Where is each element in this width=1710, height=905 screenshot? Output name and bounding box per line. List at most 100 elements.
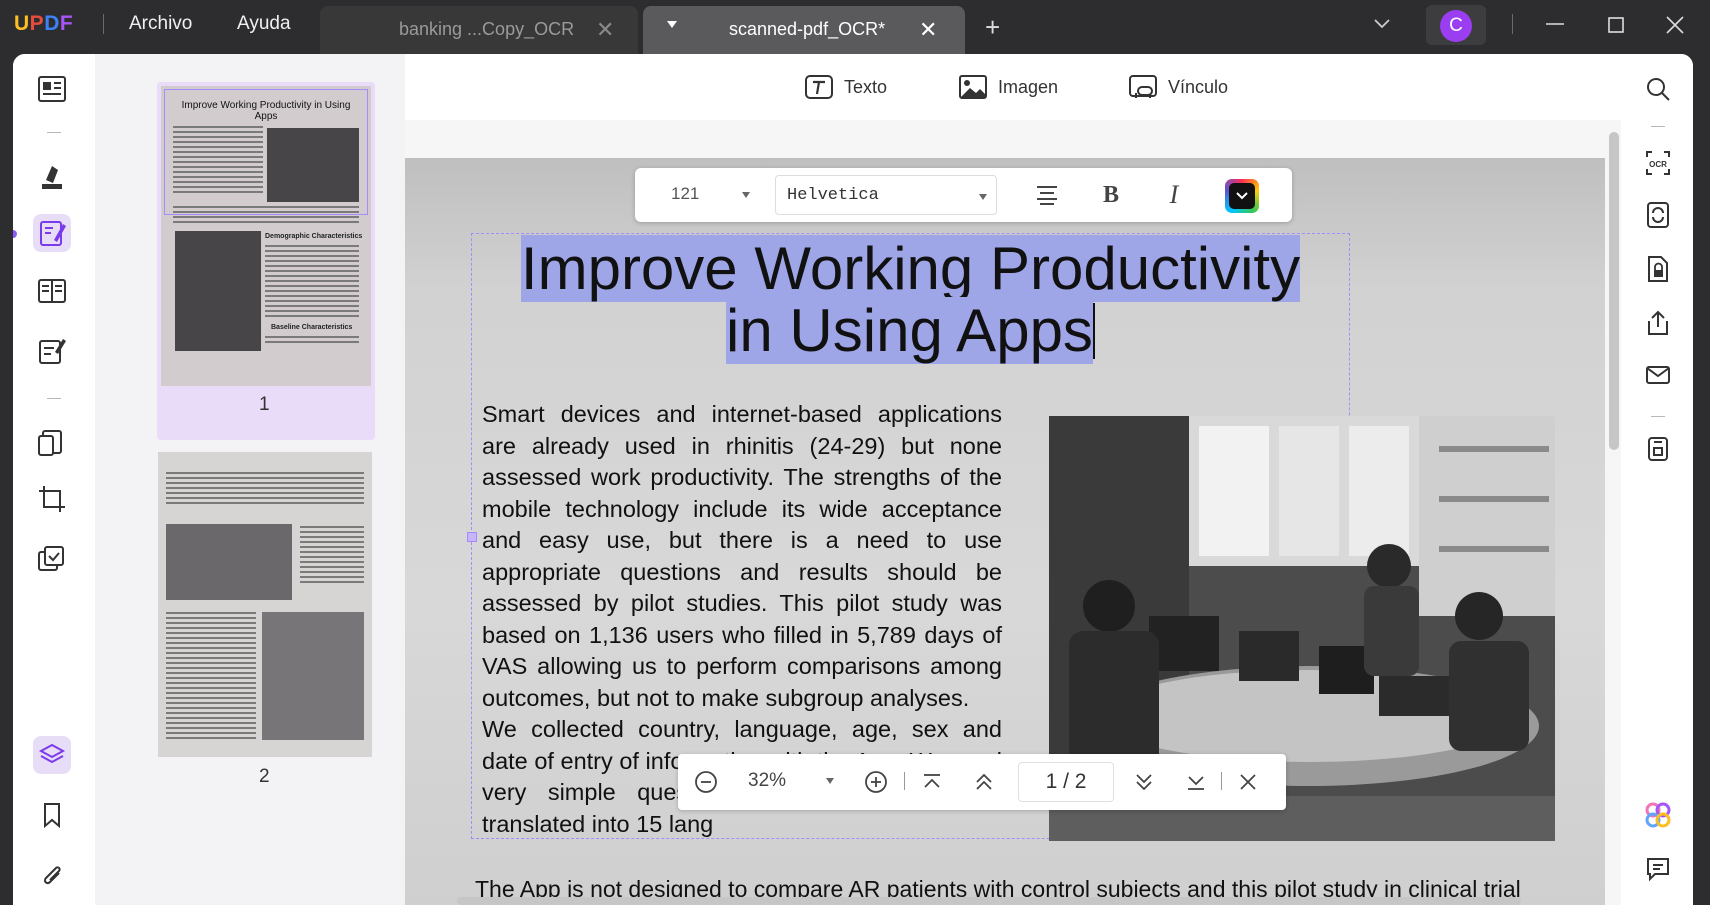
first-page-icon xyxy=(924,774,940,788)
convert-button[interactable] xyxy=(33,424,71,462)
thumbnail-photo xyxy=(175,231,261,351)
organize-pages-button[interactable] xyxy=(33,272,71,310)
page-indicator[interactable]: 1 / 2 xyxy=(1018,762,1114,802)
account-button[interactable]: C xyxy=(1426,5,1486,45)
ocr-icon: OCR xyxy=(1646,151,1670,175)
protect-button[interactable] xyxy=(1643,254,1673,284)
first-page-button[interactable] xyxy=(918,768,946,796)
title-bar: UPDF Archivo Ayuda banking ...Copy_OCR ✕… xyxy=(0,0,1710,54)
zoom-out-button[interactable] xyxy=(692,768,720,796)
bookmark-icon xyxy=(44,803,60,829)
bold-button[interactable]: B xyxy=(1096,180,1126,210)
chevron-down-icon[interactable] xyxy=(1372,14,1392,34)
share-button[interactable] xyxy=(1643,308,1673,338)
menu-archivo[interactable]: Archivo xyxy=(129,13,192,35)
thumbnail-photo xyxy=(262,612,364,740)
toolbar-separator xyxy=(1651,126,1665,127)
title-separator xyxy=(103,14,104,34)
previous-page-button[interactable] xyxy=(970,768,998,796)
text-format-toolbar: 121 Helvetica B I xyxy=(635,168,1292,222)
crop-button[interactable] xyxy=(33,480,71,518)
save-button[interactable] xyxy=(1643,434,1673,464)
thumbnail-text xyxy=(166,612,256,742)
add-image-button[interactable]: Imagen xyxy=(958,72,1058,102)
zoom-dropdown-icon[interactable] xyxy=(826,778,834,784)
color-swatch xyxy=(1229,183,1255,209)
compress-button[interactable] xyxy=(33,540,71,578)
thumbnail-page-1[interactable]: Improve Working Productivity in Using Ap… xyxy=(157,82,375,440)
thumbnail-page-2[interactable] xyxy=(158,452,372,757)
document-title[interactable]: Improve Working Productivity in Using Ap… xyxy=(472,235,1349,364)
comments-button[interactable] xyxy=(1643,854,1673,884)
add-link-button[interactable]: Vínculo xyxy=(1128,72,1228,102)
close-icon xyxy=(1240,774,1256,790)
close-icon[interactable]: ✕ xyxy=(919,17,937,43)
active-indicator xyxy=(13,230,17,238)
layers-icon xyxy=(38,743,66,764)
menu-ayuda[interactable]: Ayuda xyxy=(237,13,291,35)
font-size-value[interactable]: 121 xyxy=(671,184,699,204)
edit-mode-button[interactable] xyxy=(33,214,71,252)
fill-sign-button[interactable] xyxy=(33,332,71,370)
attachments-button[interactable] xyxy=(33,856,71,894)
toolbar-separator xyxy=(47,132,61,133)
new-tab-icon[interactable]: + xyxy=(985,14,1000,40)
bookmarks-button[interactable] xyxy=(33,796,71,834)
font-family-value: Helvetica xyxy=(787,186,879,205)
add-image-label: Imagen xyxy=(998,76,1059,97)
font-family-select[interactable]: Helvetica xyxy=(775,175,997,215)
ai-assistant-button[interactable] xyxy=(1643,800,1673,830)
convert-pdf-button[interactable] xyxy=(1643,200,1673,230)
ocr-button[interactable]: OCR xyxy=(1643,148,1673,178)
tab-label: scanned-pdf_OCR* xyxy=(729,19,886,39)
close-nav-button[interactable] xyxy=(1234,768,1262,796)
close-icon[interactable]: ✕ xyxy=(596,17,614,43)
zoom-in-button[interactable] xyxy=(862,768,890,796)
share-icon xyxy=(1648,310,1668,335)
mail-icon xyxy=(1646,366,1670,384)
email-button[interactable] xyxy=(1643,360,1673,390)
toolbar-separator xyxy=(1651,416,1665,417)
next-page-button[interactable] xyxy=(1130,768,1158,796)
search-button[interactable] xyxy=(1643,74,1673,104)
reader-mode-button[interactable] xyxy=(33,70,71,108)
ai-assistant-icon xyxy=(1645,802,1671,828)
thumbnail-photo xyxy=(267,128,359,202)
layers-button[interactable] xyxy=(33,736,71,774)
thumbnail-page-number: 2 xyxy=(259,766,270,787)
align-center-button[interactable] xyxy=(1032,180,1062,210)
vertical-scrollbar[interactable] xyxy=(1609,132,1619,450)
font-size-dropdown-icon[interactable] xyxy=(742,192,750,198)
save-icon xyxy=(1648,437,1668,461)
thumbnail-text xyxy=(166,472,364,507)
close-window-icon[interactable] xyxy=(1661,12,1689,38)
thumbnail-heading: Demographic Characteristics xyxy=(265,233,363,240)
chevron-down-icon xyxy=(979,194,987,200)
reader-icon xyxy=(38,76,66,102)
comment-mode-button[interactable] xyxy=(33,158,71,196)
last-page-button[interactable] xyxy=(1182,768,1210,796)
tab-scanned-pdf-ocr[interactable]: scanned-pdf_OCR* ✕ xyxy=(643,6,965,54)
text-color-button[interactable] xyxy=(1225,179,1259,213)
thumbnail-text xyxy=(173,126,263,196)
document-copy-icon xyxy=(38,430,62,456)
maximize-icon[interactable] xyxy=(1602,12,1630,38)
resize-handle-left[interactable] xyxy=(467,532,477,542)
tab-dropdown-icon[interactable] xyxy=(667,21,677,28)
title-separator xyxy=(1512,14,1513,34)
crop-icon xyxy=(39,486,65,512)
minimize-icon[interactable] xyxy=(1541,12,1569,38)
double-chevron-up-icon xyxy=(976,773,992,790)
edit-toolbar: Texto Imagen Vínculo xyxy=(405,54,1621,120)
italic-button[interactable]: I xyxy=(1159,180,1189,210)
right-toolbar: OCR xyxy=(1621,54,1693,905)
pages-icon xyxy=(38,279,66,303)
zoom-in-icon xyxy=(865,771,887,793)
thumbnail-text xyxy=(265,245,359,320)
updf-logo[interactable]: UPDF xyxy=(14,12,73,36)
zoom-level[interactable]: 32% xyxy=(748,770,786,792)
add-text-button[interactable]: Texto xyxy=(804,72,887,102)
horizontal-scrollbar[interactable] xyxy=(457,897,1521,905)
document-canvas: Texto Imagen Vínculo Improve Working Pro… xyxy=(405,54,1621,905)
tab-banking-copy-ocr[interactable]: banking ...Copy_OCR ✕ xyxy=(320,6,638,54)
